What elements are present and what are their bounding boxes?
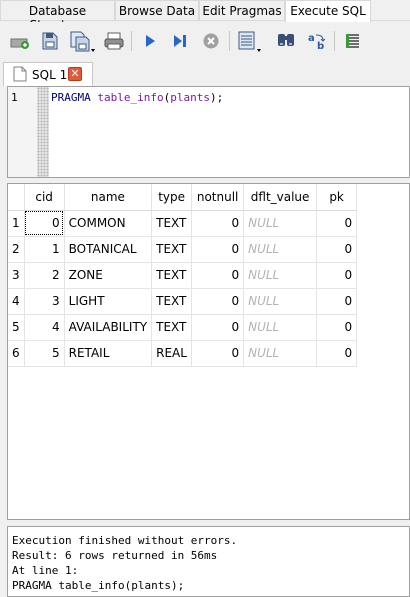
cell-name[interactable]: COMMON (64, 210, 153, 237)
line-number: 1 (11, 91, 18, 104)
cell-dflt-value[interactable]: NULL (243, 210, 318, 237)
save-results-icon[interactable] (236, 29, 264, 53)
cell-cid[interactable]: 0 (24, 210, 65, 237)
table-row: 4 3 LIGHT TEXT 0 NULL 0 (8, 288, 358, 315)
toolbar-separator (229, 31, 230, 51)
row-header[interactable]: 2 (8, 236, 25, 263)
sql-tab-label: SQL 1 (32, 68, 68, 82)
tab-browse-data[interactable]: Browse Data (115, 0, 199, 20)
sql-toolbar: ab (0, 22, 410, 60)
cell-notnull[interactable]: 0 (191, 288, 245, 315)
cell-pk[interactable]: 0 (316, 236, 358, 263)
cell-pk[interactable]: 0 (316, 314, 358, 341)
cell-type[interactable]: TEXT (151, 210, 193, 237)
execute-all-icon[interactable] (138, 29, 162, 53)
table-row: 2 1 BOTANICAL TEXT 0 NULL 0 (8, 236, 358, 263)
sql-function: table_info (97, 91, 164, 104)
cell-cid[interactable]: 5 (24, 340, 65, 367)
cell-notnull[interactable]: 0 (191, 210, 245, 237)
toolbar-separator (334, 31, 335, 51)
cell-dflt-value[interactable]: NULL (243, 236, 318, 263)
cell-type[interactable]: REAL (151, 340, 193, 367)
message-line: Execution finished without errors. (12, 534, 238, 547)
header-row: cid name type notnull dflt_value pk (8, 184, 358, 211)
sql-file-icon (13, 66, 27, 85)
print-icon[interactable] (102, 29, 126, 53)
cell-type[interactable]: TEXT (151, 262, 193, 289)
row-header[interactable]: 6 (8, 340, 25, 367)
column-header-pk[interactable]: pk (316, 184, 358, 211)
cell-name[interactable]: BOTANICAL (64, 236, 153, 263)
cell-dflt-value[interactable]: NULL (243, 288, 318, 315)
tab-execute-sql[interactable]: Execute SQL (285, 0, 371, 22)
sql-close-paren: ); (209, 91, 224, 104)
stop-icon[interactable] (199, 29, 223, 53)
tab-edit-pragmas[interactable]: Edit Pragmas (199, 0, 285, 20)
cell-cid[interactable]: 1 (24, 236, 65, 263)
toolbar-separator (131, 31, 132, 51)
message-line: Result: 6 rows returned in 56ms (12, 549, 218, 562)
cell-notnull[interactable]: 0 (191, 314, 245, 341)
cell-dflt-value[interactable]: NULL (243, 340, 318, 367)
cell-name[interactable]: ZONE (64, 262, 153, 289)
cell-name[interactable]: AVAILABILITY (64, 314, 153, 341)
results-table: cid name type notnull dflt_value pk 1 0 … (8, 184, 358, 367)
sql-editor-tabs: SQL 1 ✕ (0, 60, 410, 86)
cell-dflt-value[interactable]: NULL (243, 314, 318, 341)
cell-pk[interactable]: 0 (316, 210, 358, 237)
main-tab-bar: Database Structure Browse Data Edit Prag… (0, 0, 410, 32)
column-header-cid[interactable]: cid (24, 184, 65, 211)
fold-margin (37, 87, 49, 177)
message-line: At line 1: (12, 564, 79, 577)
cell-type[interactable]: TEXT (151, 288, 193, 315)
table-row: 6 5 RETAIL REAL 0 NULL 0 (8, 340, 358, 367)
sql-tab-1[interactable]: SQL 1 ✕ (3, 62, 93, 86)
cell-notnull[interactable]: 0 (191, 262, 245, 289)
row-header[interactable]: 1 (8, 210, 25, 237)
execute-line-icon[interactable] (168, 29, 192, 53)
svg-text:a: a (308, 33, 315, 44)
table-row: 3 2 ZONE TEXT 0 NULL 0 (8, 262, 358, 289)
row-header[interactable]: 5 (8, 314, 25, 341)
open-tab-icon[interactable] (8, 29, 32, 53)
comment-icon[interactable] (341, 29, 365, 53)
cell-notnull[interactable]: 0 (191, 236, 245, 263)
cell-pk[interactable]: 0 (316, 262, 358, 289)
column-header-name[interactable]: name (64, 184, 153, 211)
cell-name[interactable]: LIGHT (64, 288, 153, 315)
results-grid[interactable]: cid name type notnull dflt_value pk 1 0 … (7, 183, 410, 520)
cell-pk[interactable]: 0 (316, 340, 358, 367)
row-header[interactable]: 3 (8, 262, 25, 289)
corner-cell[interactable] (8, 184, 25, 211)
tab-database-structure[interactable]: Database Structure (0, 0, 115, 32)
find-icon[interactable] (274, 29, 298, 53)
column-header-type[interactable]: type (151, 184, 193, 211)
message-pane[interactable]: Execution finished without errors. Resul… (7, 526, 410, 597)
cell-name[interactable]: RETAIL (64, 340, 153, 367)
cell-notnull[interactable]: 0 (191, 340, 245, 367)
close-tab-icon[interactable]: ✕ (68, 67, 82, 81)
cell-type[interactable]: TEXT (151, 236, 193, 263)
message-line: PRAGMA table_info(plants); (12, 579, 185, 592)
svg-text:b: b (317, 41, 324, 52)
sql-table-name: plants (170, 91, 210, 104)
sql-code-line: PRAGMA table_info(plants); (51, 91, 223, 104)
table-row: 1 0 COMMON TEXT 0 NULL 0 (8, 210, 358, 237)
find-replace-icon[interactable]: ab (305, 29, 329, 53)
sql-keyword: PRAGMA (51, 91, 91, 104)
table-row: 5 4 AVAILABILITY TEXT 0 NULL 0 (8, 314, 358, 341)
sql-editor[interactable]: 1 PRAGMA table_info(plants); (7, 86, 410, 178)
open-sql-icon[interactable] (38, 29, 62, 53)
cell-cid[interactable]: 3 (24, 288, 65, 315)
column-header-dflt-value[interactable]: dflt_value (243, 184, 318, 211)
cell-cid[interactable]: 4 (24, 314, 65, 341)
cell-cid[interactable]: 2 (24, 262, 65, 289)
cell-pk[interactable]: 0 (316, 288, 358, 315)
cell-dflt-value[interactable]: NULL (243, 262, 318, 289)
column-header-notnull[interactable]: notnull (191, 184, 245, 211)
row-header[interactable]: 4 (8, 288, 25, 315)
save-sql-icon[interactable] (68, 29, 96, 53)
cell-type[interactable]: TEXT (151, 314, 193, 341)
